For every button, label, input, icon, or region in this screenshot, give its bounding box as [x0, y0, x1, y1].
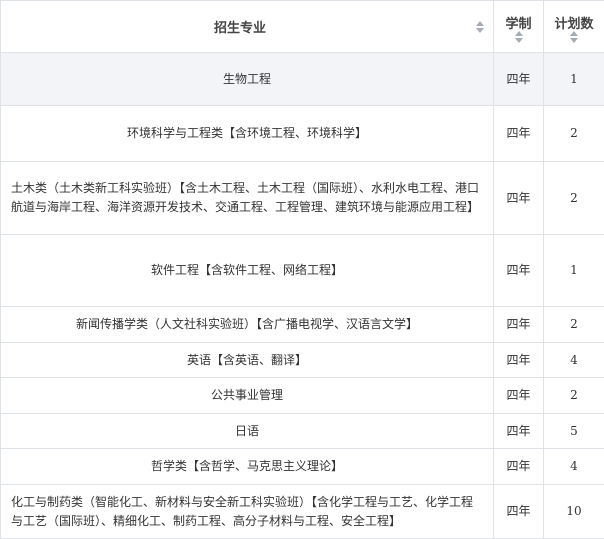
duration-cell: 四年: [494, 235, 544, 307]
sort-arrows-icon[interactable]: [570, 31, 578, 43]
plan-count-cell: 2: [544, 307, 604, 343]
duration-cell: 四年: [494, 449, 544, 485]
sort-arrows-icon[interactable]: [476, 21, 484, 33]
plan-count-cell: 2: [544, 378, 604, 414]
duration-cell: 四年: [494, 414, 544, 449]
plan-count-cell: 10: [544, 485, 604, 539]
table-row: 哲学类【含哲学、马克思主义理论】 四年 4: [1, 449, 604, 485]
table-row: 日语 四年 5: [1, 414, 604, 449]
column-header-major-label: 招生专业: [1, 17, 493, 36]
table-row: 土木类（土木类新工科实验班）【含土木工程、土木工程（国际班）、水利水电工程、港口…: [1, 162, 604, 235]
duration-cell: 四年: [494, 162, 544, 235]
major-cell: 土木类（土木类新工科实验班）【含土木工程、土木工程（国际班）、水利水电工程、港口…: [1, 162, 494, 235]
column-header-plan[interactable]: 计划数: [544, 1, 604, 53]
major-cell: 公共事业管理: [1, 378, 494, 414]
table-row: 软件工程【含软件工程、网络工程】 四年 1: [1, 235, 604, 307]
major-cell: 日语: [1, 414, 494, 449]
duration-cell: 四年: [494, 53, 544, 106]
column-header-duration-label: 学制: [494, 13, 543, 32]
major-cell: 软件工程【含软件工程、网络工程】: [1, 235, 494, 307]
table-row: 公共事业管理 四年 2: [1, 378, 604, 414]
sort-arrows-icon[interactable]: [515, 31, 523, 43]
plan-count-cell: 2: [544, 162, 604, 235]
plan-count-cell: 1: [544, 53, 604, 106]
plan-count-cell: 4: [544, 343, 604, 378]
duration-cell: 四年: [494, 307, 544, 343]
column-header-duration[interactable]: 学制: [494, 1, 544, 53]
table-row: 英语【含英语、翻译】 四年 4: [1, 343, 604, 378]
duration-cell: 四年: [494, 106, 544, 162]
column-header-major[interactable]: 招生专业: [1, 1, 494, 53]
major-cell: 生物工程: [1, 53, 494, 106]
major-cell: 哲学类【含哲学、马克思主义理论】: [1, 449, 494, 485]
major-cell: 化工与制药类（智能化工、新材料与安全新工科实验班）【含化学工程与工艺、化学工程与…: [1, 485, 494, 539]
admission-plan-table: 招生专业 学制 计划数 生物工程 四年 1 环境科学与工程类【含环境工程、环境科…: [0, 0, 604, 539]
column-header-plan-label: 计划数: [544, 13, 604, 32]
plan-count-cell: 5: [544, 414, 604, 449]
table-row: 环境科学与工程类【含环境工程、环境科学】 四年 2: [1, 106, 604, 162]
table-header-row: 招生专业 学制 计划数: [1, 1, 604, 53]
duration-cell: 四年: [494, 485, 544, 539]
major-cell: 环境科学与工程类【含环境工程、环境科学】: [1, 106, 494, 162]
table-row: 新闻传播学类（人文社科实验班）【含广播电视学、汉语言文学】 四年 2: [1, 307, 604, 343]
duration-cell: 四年: [494, 343, 544, 378]
plan-count-cell: 2: [544, 106, 604, 162]
table-row: 化工与制药类（智能化工、新材料与安全新工科实验班）【含化学工程与工艺、化学工程与…: [1, 485, 604, 539]
plan-count-cell: 4: [544, 449, 604, 485]
table-row: 生物工程 四年 1: [1, 53, 604, 106]
duration-cell: 四年: [494, 378, 544, 414]
major-cell: 新闻传播学类（人文社科实验班）【含广播电视学、汉语言文学】: [1, 307, 494, 343]
major-cell: 英语【含英语、翻译】: [1, 343, 494, 378]
plan-count-cell: 1: [544, 235, 604, 307]
